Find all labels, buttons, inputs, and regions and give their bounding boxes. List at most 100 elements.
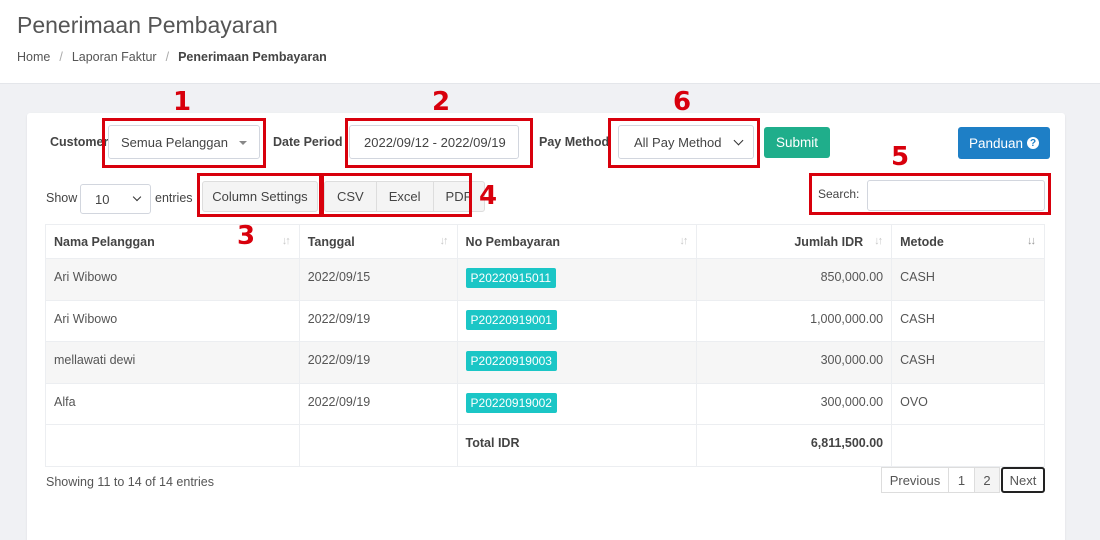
cell-number: P20220919003 — [456, 341, 698, 384]
payment-number-badge[interactable]: P20220919002 — [465, 392, 557, 413]
entries-select[interactable]: 10 — [80, 184, 151, 214]
sort-icon: ↓↑ — [281, 235, 291, 247]
cell-number: P20220915011 — [456, 258, 698, 301]
help-icon: ? — [1027, 137, 1040, 149]
annotation-number-6: 6 — [673, 87, 692, 117]
customer-label: Customer — [50, 135, 109, 149]
breadcrumb-separator: / — [59, 50, 63, 64]
page-header: Penerimaan Pembayaran Home / Laporan Fak… — [0, 0, 1100, 84]
cell-name: Ari Wibowo — [45, 299, 300, 342]
cell-empty — [298, 424, 458, 467]
payment-number-badge[interactable]: P20220919001 — [465, 309, 557, 330]
search-label: Search: — [818, 187, 860, 201]
table-info: Showing 11 to 14 of 14 entries — [46, 475, 214, 489]
column-header-label: Tanggal — [307, 234, 355, 249]
payments-table: Nama Pelanggan ↓↑ Tanggal ↓↑ No Pembayaran… — [45, 224, 1045, 467]
cell-name: mellawati dewi — [45, 341, 300, 384]
payment-number-badge[interactable]: P20220915011 — [465, 268, 557, 288]
annotation-number-3: 3 — [237, 221, 256, 251]
cell-number: P20220919001 — [456, 299, 698, 342]
annotation-number-4: 4 — [479, 181, 498, 211]
page-title: Penerimaan Pembayaran — [17, 12, 278, 38]
column-header-jumlah-idr[interactable]: Jumlah IDR ↓↑ — [696, 224, 893, 259]
date-period-value: 2022/09/12 - 2022/09/19 — [364, 134, 506, 150]
customer-select[interactable]: Semua Pelanggan — [108, 125, 260, 159]
cell-date: 2022/09/19 — [298, 382, 458, 425]
column-header-nama-pelanggan[interactable]: Nama Pelanggan ↓↑ — [45, 224, 300, 259]
pagination: Previous 1 2 Next — [881, 467, 1045, 493]
cell-method: CASH — [891, 299, 1045, 342]
chevron-down-icon — [132, 192, 142, 202]
chevron-down-icon — [733, 135, 744, 146]
csv-button[interactable]: CSV — [325, 182, 377, 211]
table-header-row: Nama Pelanggan ↓↑ Tanggal ↓↑ No Pembayaran… — [45, 224, 1045, 259]
column-header-label: No Pembayaran — [465, 234, 561, 249]
sort-icon: ↓↑ — [874, 235, 883, 247]
cell-empty — [45, 424, 300, 467]
column-header-label: Metode — [900, 234, 944, 249]
excel-button[interactable]: Excel — [377, 182, 434, 211]
pay-method-label: Pay Method — [539, 135, 610, 149]
sort-icon: ↓↑ — [679, 235, 688, 247]
breadcrumb-home[interactable]: Home — [17, 50, 50, 64]
payment-number-badge[interactable]: P20220919003 — [465, 351, 557, 371]
column-header-no-pembayaran[interactable]: No Pembayaran ↓↑ — [456, 224, 698, 259]
cell-amount: 300,000.00 — [696, 341, 893, 384]
cell-name: Ari Wibowo — [45, 258, 300, 301]
total-value: 6,811,500.00 — [696, 424, 893, 467]
column-settings-button[interactable]: Column Settings — [202, 181, 318, 212]
cell-date: 2022/09/15 — [298, 258, 458, 301]
export-button-group: CSV Excel PDF — [324, 181, 485, 212]
entries-select-value: 10 — [95, 191, 110, 207]
total-label: Total IDR — [456, 424, 698, 467]
pay-method-value: All Pay Method — [634, 134, 722, 150]
column-header-metode[interactable]: Metode ↓↓ — [891, 224, 1045, 259]
column-settings-label: Column Settings — [212, 189, 308, 204]
show-label: Show — [46, 191, 78, 205]
customer-select-value: Semua Pelanggan — [121, 134, 228, 150]
cell-method: OVO — [891, 382, 1045, 425]
column-header-label: Nama Pelanggan — [54, 234, 155, 249]
table-row: Ari Wibowo 2022/09/19 P20220919001 1,000… — [45, 299, 1045, 342]
cell-number: P20220919002 — [456, 382, 698, 425]
sort-desc-icon: ↓↓ — [1027, 235, 1036, 247]
submit-button[interactable]: Submit — [764, 127, 830, 158]
search-input[interactable] — [867, 180, 1045, 211]
cell-empty — [891, 424, 1045, 467]
cell-method: CASH — [891, 258, 1045, 301]
cell-name: Alfa — [45, 382, 300, 425]
pdf-button[interactable]: PDF — [434, 182, 484, 211]
pagination-previous[interactable]: Previous — [881, 467, 949, 493]
caret-down-icon — [239, 141, 247, 145]
date-period-label: Date Period — [273, 135, 343, 149]
breadcrumb: Home / Laporan Faktur / Penerimaan Pemba… — [17, 50, 327, 64]
cell-date: 2022/09/19 — [298, 299, 458, 342]
annotation-number-1: 1 — [173, 87, 192, 117]
breadcrumb-current: Penerimaan Pembayaran — [178, 50, 327, 64]
pagination-page-1[interactable]: 1 — [948, 467, 975, 493]
pagination-next[interactable]: Next — [1001, 467, 1045, 493]
column-header-label: Jumlah IDR — [794, 234, 864, 249]
column-header-tanggal[interactable]: Tanggal ↓↑ — [298, 224, 458, 259]
table-row: mellawati dewi 2022/09/19 P20220919003 3… — [45, 341, 1045, 384]
panduan-label: Panduan — [968, 135, 1024, 151]
cell-amount: 850,000.00 — [696, 258, 893, 301]
breadcrumb-separator: / — [165, 50, 170, 64]
table-row: Ari Wibowo 2022/09/15 P20220915011 850,0… — [45, 258, 1045, 301]
cell-amount: 300,000.00 — [696, 382, 893, 425]
cell-amount: 1,000,000.00 — [696, 299, 893, 342]
entries-label: entries — [155, 191, 193, 205]
annotation-number-5: 5 — [891, 142, 910, 172]
table-row: Alfa 2022/09/19 P20220919002 300,000.00 … — [45, 382, 1045, 425]
pagination-page-2[interactable]: 2 — [974, 467, 1000, 493]
report-card: Customer Semua Pelanggan Date Period 202… — [27, 87, 1065, 540]
cell-date: 2022/09/19 — [298, 341, 458, 384]
pay-method-select[interactable]: All Pay Method — [618, 125, 754, 159]
breadcrumb-laporan-faktur[interactable]: Laporan Faktur — [72, 50, 157, 64]
sort-icon: ↓↑ — [439, 235, 449, 247]
cell-method: CASH — [891, 341, 1045, 384]
date-period-input[interactable]: 2022/09/12 - 2022/09/19 — [349, 125, 519, 159]
total-row: Total IDR 6,811,500.00 — [45, 424, 1045, 467]
panduan-button[interactable]: Panduan ? — [958, 127, 1050, 159]
annotation-number-2: 2 — [432, 87, 451, 117]
